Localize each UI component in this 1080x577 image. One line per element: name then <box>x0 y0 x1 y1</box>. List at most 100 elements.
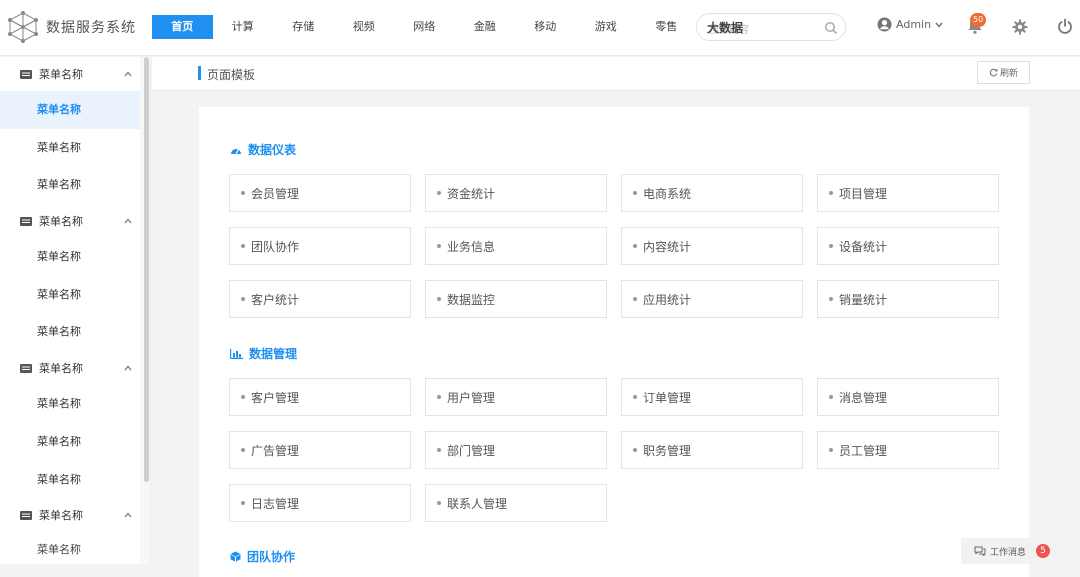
sidebar-item[interactable]: 菜单名称 <box>0 385 150 423</box>
sidebar-group-4[interactable]: 菜单名称 <box>0 498 150 532</box>
bullet-dot <box>437 191 441 195</box>
cube-icon <box>230 551 241 562</box>
section-title-text: 数据仪表 <box>248 143 297 157</box>
nav-item-finance[interactable]: 金融 <box>455 15 516 39</box>
section-title-data-management: 数据管理 <box>230 345 297 362</box>
tile-label: 设备统计 <box>839 239 888 254</box>
tile-order-management[interactable]: 订单管理 <box>621 378 803 416</box>
tile-department-management[interactable]: 部门管理 <box>425 431 607 469</box>
section-title-dashboard: 数据仪表 <box>230 141 296 158</box>
nav-item-games[interactable]: 游戏 <box>576 15 637 39</box>
bullet-dot <box>633 297 637 301</box>
sidebar-item[interactable]: 菜单名称 <box>0 166 150 204</box>
work-messages-badge: 5 <box>1036 544 1051 558</box>
nav-item-storage[interactable]: 存储 <box>273 15 334 39</box>
bullet-dot <box>633 448 637 452</box>
tile-device-stats[interactable]: 设备统计 <box>817 227 999 265</box>
tile-label: 电商系统 <box>643 186 692 201</box>
tile-member-management[interactable]: 会员管理 <box>229 174 411 212</box>
nav-item-video[interactable]: 视频 <box>334 15 395 39</box>
sidebar-group-label: 菜单名称 <box>39 215 83 229</box>
tile-log-management[interactable]: 日志管理 <box>229 484 411 522</box>
sidebar-item[interactable]: 菜单名称 <box>0 129 150 167</box>
sidebar-item[interactable]: 菜单名称 <box>0 91 150 129</box>
sidebar-group-1[interactable]: 菜单名称 <box>0 57 150 91</box>
user-name: Admin <box>896 18 932 31</box>
bullet-dot <box>241 297 245 301</box>
page-title: 页面模板 <box>207 68 256 82</box>
sidebar-item[interactable]: 菜单名称 <box>0 238 150 276</box>
nav-item-mobile[interactable]: 移动 <box>515 15 576 39</box>
refresh-button[interactable]: 刷新 <box>977 61 1030 84</box>
tile-label: 职务管理 <box>643 443 692 458</box>
gear-icon[interactable] <box>1012 19 1028 35</box>
tile-label: 内容统计 <box>643 239 692 254</box>
chevron-up-icon <box>124 365 132 371</box>
tile-message-management[interactable]: 消息管理 <box>817 378 999 416</box>
nav-item-bigdata[interactable]: 大数据 <box>707 19 743 36</box>
dashboard-icon <box>231 148 241 154</box>
sidebar-item[interactable]: 菜单名称 <box>0 313 150 351</box>
nav-item-home[interactable]: 首页 <box>152 15 213 39</box>
tile-employee-management[interactable]: 员工管理 <box>817 431 999 469</box>
user-menu[interactable]: Admin <box>877 17 943 32</box>
logo-icon <box>8 11 38 43</box>
tile-label: 会员管理 <box>251 186 300 201</box>
bullet-dot <box>437 501 441 505</box>
nav-item-compute[interactable]: 计算 <box>213 15 274 39</box>
power-icon[interactable] <box>1057 18 1073 34</box>
sidebar-group-3[interactable]: 菜单名称 <box>0 351 150 385</box>
tile-contact-management[interactable]: 联系人管理 <box>425 484 607 522</box>
tile-label: 数据监控 <box>447 292 496 307</box>
content-card: 数据仪表 会员管理 资金统计 电商系统 项目管理 团队协作 业务信息 内容统计 … <box>199 107 1029 577</box>
bullet-dot <box>241 244 245 248</box>
bullet-dot <box>829 191 833 195</box>
tile-sales-stats[interactable]: 销量统计 <box>817 280 999 318</box>
tile-label: 广告管理 <box>251 443 300 458</box>
tile-app-stats[interactable]: 应用统计 <box>621 280 803 318</box>
bullet-dot <box>241 501 245 505</box>
bullet-dot <box>241 448 245 452</box>
tile-customer-stats[interactable]: 客户统计 <box>229 280 411 318</box>
tile-label: 部门管理 <box>447 443 496 458</box>
sidebar-item[interactable]: 菜单名称 <box>0 532 150 562</box>
sidebar-scrollbar-thumb[interactable] <box>144 57 149 482</box>
sidebar-item[interactable]: 菜单名称 <box>0 276 150 314</box>
tile-ad-management[interactable]: 广告管理 <box>229 431 411 469</box>
work-messages-button[interactable]: 工作消息 5 <box>961 538 1070 564</box>
tile-business-info[interactable]: 业务信息 <box>425 227 607 265</box>
tile-content-stats[interactable]: 内容统计 <box>621 227 803 265</box>
tile-position-management[interactable]: 职务管理 <box>621 431 803 469</box>
chevron-up-icon <box>124 512 132 518</box>
sidebar-item[interactable]: 菜单名称 <box>0 423 150 461</box>
tile-funds-stats[interactable]: 资金统计 <box>425 174 607 212</box>
menu-card-icon <box>20 69 32 79</box>
bullet-dot <box>437 244 441 248</box>
app-title: 数据服务系统 <box>46 20 136 36</box>
notification-badge: 50 <box>970 13 987 27</box>
sidebar-item[interactable]: 菜单名称 <box>0 461 150 499</box>
tile-label: 客户统计 <box>251 292 300 307</box>
tile-team-collab[interactable]: 团队协作 <box>229 227 411 265</box>
tile-user-management[interactable]: 用户管理 <box>425 378 607 416</box>
tile-label: 消息管理 <box>839 390 888 405</box>
tile-project-management[interactable]: 项目管理 <box>817 174 999 212</box>
refresh-label: 刷新 <box>999 69 1018 79</box>
tile-data-monitor[interactable]: 数据监控 <box>425 280 607 318</box>
tile-ecommerce[interactable]: 电商系统 <box>621 174 803 212</box>
tile-label: 业务信息 <box>447 239 496 254</box>
nav-item-retail[interactable]: 零售 <box>636 15 697 39</box>
bullet-dot <box>437 297 441 301</box>
bullet-dot <box>241 191 245 195</box>
tile-customer-management[interactable]: 客户管理 <box>229 378 411 416</box>
bullet-dot <box>437 395 441 399</box>
tile-label: 员工管理 <box>839 443 888 458</box>
section-title-team-collab: 团队协作 <box>230 548 295 565</box>
menu-card-icon <box>20 363 32 373</box>
nav-item-network[interactable]: 网络 <box>394 15 455 39</box>
menu-card-icon <box>20 510 32 520</box>
sidebar-group-2[interactable]: 菜单名称 <box>0 204 150 238</box>
bullet-dot <box>241 395 245 399</box>
search-icon[interactable] <box>824 21 838 35</box>
search-input[interactable]: 搜索内容 大数据 <box>696 13 846 41</box>
